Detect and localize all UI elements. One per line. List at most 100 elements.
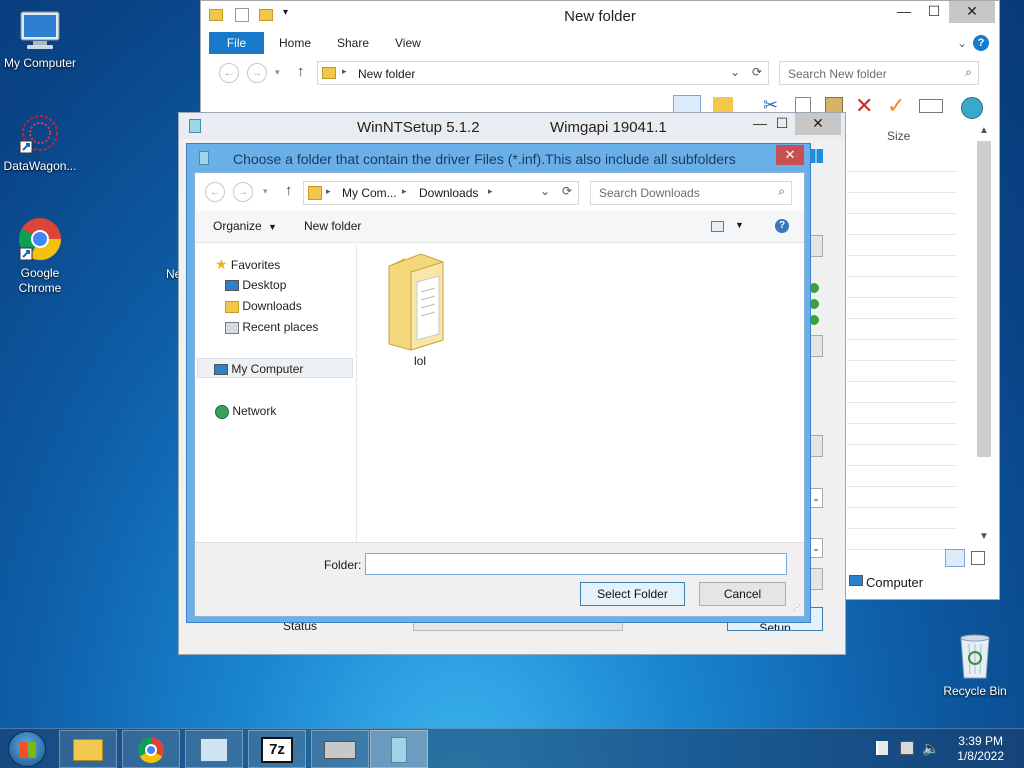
recent-locations-icon[interactable]: ▾ [263, 186, 268, 197]
refresh-icon[interactable]: ⟳ [562, 184, 572, 198]
chevron-right-icon: ▸ [342, 66, 347, 76]
winntsetup-maximize-button[interactable]: ☐ [767, 113, 797, 135]
network-status-icon[interactable] [900, 741, 914, 755]
checkmark-icon[interactable]: ✓ [887, 93, 905, 119]
scanner-icon [324, 741, 356, 759]
delete-icon[interactable]: ✕ [855, 93, 873, 119]
tab-home[interactable]: Home [279, 32, 311, 54]
column-header-size[interactable]: Size [887, 129, 910, 143]
back-icon[interactable]: ← [205, 182, 225, 202]
forward-icon[interactable]: → [247, 63, 267, 83]
new-folder-button[interactable]: New folder [304, 219, 361, 233]
breadcrumb-downloads[interactable]: Downloads [419, 186, 478, 200]
chevron-right-icon[interactable]: ▸ [402, 186, 407, 197]
organize-label: Organize [213, 219, 262, 233]
side-button[interactable] [809, 568, 823, 590]
explorer-titlebar[interactable]: ▾ New folder — ☐ ✕ [201, 1, 999, 31]
organize-button[interactable]: Organize ▼ [213, 219, 277, 233]
up-icon[interactable]: ↑ [297, 63, 305, 80]
winntsetup-titlebar[interactable]: WinNTSetup 5.1.2 Wimgapi 19041.1 — ☐ ✕ [179, 113, 845, 139]
winntsetup-close-button[interactable]: ✕ [795, 113, 841, 135]
explorer-address-bar[interactable]: ▸ New folder ⌄ ⟳ [317, 61, 769, 85]
folder-item-name: lol [413, 354, 426, 368]
side-button[interactable] [809, 335, 823, 357]
dropdown-arrow-icon[interactable]: ⌄ [809, 488, 823, 508]
taskbar-scanner[interactable] [311, 730, 369, 768]
explorer-maximize-button[interactable]: ☐ [919, 1, 949, 23]
address-dropdown-icon[interactable]: ⌄ [730, 65, 740, 79]
up-icon[interactable]: ↑ [285, 182, 293, 199]
resize-grip-icon[interactable]: ⋰ [793, 603, 801, 612]
dialog-close-button[interactable]: ✕ [776, 145, 804, 165]
change-view-icon[interactable] [711, 221, 724, 232]
recent-places-icon [225, 321, 239, 334]
list-scroll-down-icon[interactable]: ▼ [979, 531, 989, 542]
7zip-icon: 7z [261, 737, 293, 763]
side-button[interactable] [809, 435, 823, 457]
nav-desktop[interactable]: Desktop [225, 275, 286, 295]
nav-favorites[interactable]: ★ Favorites [215, 254, 280, 274]
side-button[interactable] [809, 235, 823, 257]
taskbar-7zip[interactable]: 7z [248, 730, 306, 768]
rename-icon[interactable] [919, 99, 943, 113]
desktop-icon-recycle-bin[interactable]: Recycle Bin [935, 632, 1015, 698]
computer-icon [214, 364, 228, 376]
desktop-icon-my-computer[interactable]: My Computer [0, 10, 80, 70]
dialog-search-box[interactable]: Search Downloads ⌕ [590, 181, 792, 205]
tab-share[interactable]: Share [337, 32, 369, 54]
taskbar-clock[interactable]: 3:39 PM 1/8/2022 [957, 734, 1004, 764]
folder-item[interactable]: lol [375, 248, 465, 368]
breadcrumb-my-computer[interactable]: My Com... [342, 186, 397, 200]
address-dropdown-icon[interactable]: ⌄ [540, 184, 550, 198]
volume-muted-icon[interactable]: 🔈 [922, 740, 939, 757]
desktop-icon-google-chrome[interactable]: Google Chrome [0, 216, 80, 296]
refresh-icon[interactable]: ⟳ [752, 65, 762, 79]
view-dropdown-icon[interactable]: ▼ [735, 220, 744, 230]
nav-desktop-label: Desktop [242, 278, 287, 292]
start-button[interactable] [8, 731, 46, 767]
chrome-icon [17, 216, 63, 262]
folder-label: Folder: [324, 558, 362, 572]
file-list-area[interactable] [847, 151, 957, 569]
taskbar-chrome[interactable] [122, 730, 180, 768]
cancel-button[interactable]: Cancel [699, 582, 786, 606]
taskbar-control-panel[interactable] [185, 730, 243, 768]
select-folder-button[interactable]: Select Folder [580, 582, 685, 606]
help-icon[interactable]: ? [775, 219, 789, 233]
explorer-minimize-button[interactable]: — [889, 1, 919, 23]
taskbar-winntsetup[interactable] [370, 730, 428, 768]
recent-locations-icon[interactable]: ▾ [275, 67, 280, 78]
tab-view[interactable]: View [395, 32, 421, 54]
search-placeholder: Search Downloads [599, 186, 700, 200]
dialog-title: Choose a folder that contain the driver … [233, 151, 736, 167]
large-icons-view-icon[interactable] [971, 551, 985, 565]
help-icon[interactable]: ? [973, 35, 989, 51]
dialog-footer: Folder: Select Folder Cancel ⋰ [195, 542, 804, 616]
clock-time: 3:39 PM [958, 734, 1003, 748]
forward-icon[interactable]: → [233, 182, 253, 202]
ribbon-expand-icon[interactable]: ⌄ [957, 32, 967, 54]
explorer-search-box[interactable]: Search New folder ⌕ [779, 61, 979, 85]
dropdown-arrow-icon[interactable]: ⌄ [809, 538, 823, 558]
list-scroll-up-icon[interactable]: ▲ [979, 125, 989, 136]
list-scrollbar[interactable] [977, 141, 991, 457]
details-view-icon[interactable] [945, 549, 965, 567]
chevron-right-icon[interactable]: ▸ [488, 186, 493, 197]
taskbar-file-explorer[interactable] [59, 730, 117, 768]
nav-my-computer-label: My Computer [231, 362, 304, 376]
nav-downloads[interactable]: Downloads [225, 296, 302, 316]
nav-my-computer[interactable]: My Computer [197, 358, 353, 378]
globe-icon[interactable] [961, 97, 983, 119]
nav-recent-places[interactable]: Recent places [225, 317, 318, 337]
tab-file[interactable]: File [209, 32, 264, 54]
desktop-icon-datawagon[interactable]: DataWagon... [0, 113, 80, 173]
dialog-address-bar[interactable]: ▸ My Com... ▸ Downloads ▸ ⌄ ⟳ [303, 181, 579, 205]
browse-folder-dialog[interactable]: Choose a folder that contain the driver … [186, 143, 811, 623]
nav-network[interactable]: Network [215, 401, 276, 421]
action-center-flag-icon[interactable] [876, 741, 888, 755]
back-icon[interactable]: ← [219, 63, 239, 83]
dialog-client-area: ← → ▾ ↑ ▸ My Com... ▸ Downloads ▸ ⌄ ⟳ Se… [194, 172, 805, 617]
star-icon: ★ [215, 256, 228, 272]
explorer-close-button[interactable]: ✕ [949, 1, 995, 23]
folder-input[interactable] [365, 553, 787, 575]
